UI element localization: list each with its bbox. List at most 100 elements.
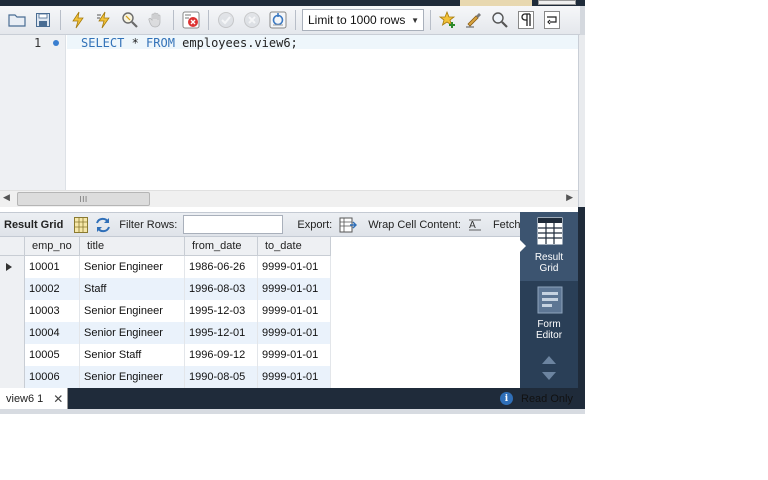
wrap-cell-content-label: Wrap Cell Content: [368,218,461,231]
label-line: Grid [539,263,559,274]
table-cell[interactable]: Senior Engineer [80,256,185,278]
table-cell[interactable]: 9999-01-01 [258,300,331,322]
keyword-select: SELECT [81,36,125,50]
scroll-views-icon[interactable] [539,352,559,384]
form-editor-view-label: Form Editor [520,319,578,341]
toolbar-separator [60,10,61,30]
current-row-arrow-icon [6,263,12,271]
column-header[interactable]: title [80,237,185,256]
sql-editor[interactable]: 1 SELECT * FROM employees.view6; [0,35,578,190]
execute-lightning-icon[interactable] [67,9,89,31]
find-magnifier-icon[interactable] [489,9,511,31]
info-icon: i [500,392,513,405]
commit-icon[interactable] [215,9,237,31]
grid-layout-icon[interactable] [74,216,89,234]
table-cell[interactable]: 10003 [25,300,80,322]
wrap-text-icon[interactable]: A [468,216,482,234]
table-row[interactable]: 10003 Senior Engineer 1995-12-03 9999-01… [0,300,331,322]
scroll-left-icon[interactable]: ◀ [3,193,10,203]
code-star: * [124,36,147,50]
table-row[interactable]: 10004 Senior Engineer 1995-12-01 9999-01… [0,322,331,344]
table-cell[interactable]: 1996-08-03 [185,278,258,300]
tab-fragment[interactable] [538,0,576,5]
export-label: Export: [297,218,333,231]
limit-rows-select[interactable]: Limit to 1000 rows ▼ [302,9,424,31]
table-cell[interactable]: Staff [80,278,185,300]
export-icon[interactable] [339,216,358,234]
table-cell[interactable]: 10002 [25,278,80,300]
row-header[interactable] [0,366,25,388]
table-row[interactable]: 10002 Staff 1996-08-03 9999-01-01 [0,278,331,300]
form-editor-icon [537,286,563,314]
execute-current-icon[interactable] [93,9,115,31]
table-cell[interactable]: 9999-01-01 [258,278,331,300]
column-header[interactable]: to_date [258,237,331,256]
invisible-chars-icon[interactable] [515,9,537,31]
table-cell[interactable]: 1996-09-12 [185,344,258,366]
scroll-right-icon[interactable]: ▶ [566,193,573,203]
row-header[interactable] [0,256,25,278]
table-row[interactable]: 10006 Senior Engineer 1990-08-05 9999-01… [0,366,331,388]
close-icon[interactable]: ✕ [53,392,63,406]
table-cell[interactable]: Senior Engineer [80,300,185,322]
editor-border [578,35,585,207]
filter-rows-input[interactable] [183,215,284,234]
table-cell[interactable]: 1995-12-03 [185,300,258,322]
table-cell[interactable]: 1990-08-05 [185,366,258,388]
toolbar-separator [208,10,209,30]
row-header[interactable] [0,322,25,344]
bookmark-star-icon[interactable] [437,9,459,31]
scrollbar-grip: III [79,194,88,204]
table-cell[interactable]: Senior Engineer [80,366,185,388]
wrap-lines-icon[interactable] [541,9,563,31]
table-cell[interactable]: 9999-01-01 [258,322,331,344]
scrollbar-thumb[interactable]: III [17,192,150,206]
column-header[interactable]: emp_no [25,237,80,256]
toolbar-separator [173,10,174,30]
toggle-error-icon[interactable] [180,9,202,31]
code-line[interactable]: SELECT * FROM employees.view6; [81,36,298,50]
table-cell[interactable]: Senior Staff [80,344,185,366]
row-header[interactable] [0,300,25,322]
save-icon[interactable] [32,9,54,31]
result-side-panel: Result Grid Form Editor [520,212,578,388]
table-row[interactable]: 10001 Senior Engineer 1986-06-26 9999-01… [0,256,331,278]
table-cell[interactable]: 10005 [25,344,80,366]
svg-text:A: A [469,220,476,231]
table-cell[interactable]: Senior Engineer [80,322,185,344]
label-line: Result [534,252,564,263]
autocommit-icon[interactable] [267,9,289,31]
read-only-status: i Read Only [500,388,573,409]
panel-edge [578,207,585,388]
column-header[interactable]: from_date [185,237,258,256]
label-line: Editor [535,330,563,341]
line-number: 1 [34,36,42,50]
result-grid-view-button[interactable]: Result Grid [520,212,578,281]
horizontal-scrollbar[interactable]: ◀ III ▶ [0,190,578,207]
result-tab-label: view6 1 [6,392,44,405]
refresh-icon[interactable] [94,216,112,234]
open-folder-icon[interactable] [6,9,28,31]
row-header[interactable] [0,344,25,366]
table-cell[interactable]: 9999-01-01 [258,366,331,388]
beautify-brush-icon[interactable] [463,9,485,31]
explain-magnifier-icon[interactable] [119,9,141,31]
table-cell[interactable]: 10006 [25,366,80,388]
result-tab-view6[interactable]: view6 1 ✕ [0,388,68,409]
result-toolbar: Result Grid Filter Rows: Export: Wrap Ce… [0,212,520,237]
table-cell[interactable]: 9999-01-01 [258,344,331,366]
form-editor-view-button[interactable]: Form Editor [520,281,578,348]
table-cell[interactable]: 1995-12-01 [185,322,258,344]
table-cell[interactable]: 10001 [25,256,80,278]
result-grid-label: Result Grid [4,218,64,231]
rollback-icon[interactable] [241,9,263,31]
stop-hand-icon[interactable] [145,9,167,31]
row-header[interactable] [0,278,25,300]
table-row[interactable]: 10005 Senior Staff 1996-09-12 9999-01-01 [0,344,331,366]
read-only-label: Read Only [521,392,573,405]
grid-view-icon [537,217,563,245]
code-table-name: employees.view6; [174,36,298,50]
table-cell[interactable]: 1986-06-26 [185,256,258,278]
table-cell[interactable]: 10004 [25,322,80,344]
table-cell[interactable]: 9999-01-01 [258,256,331,278]
